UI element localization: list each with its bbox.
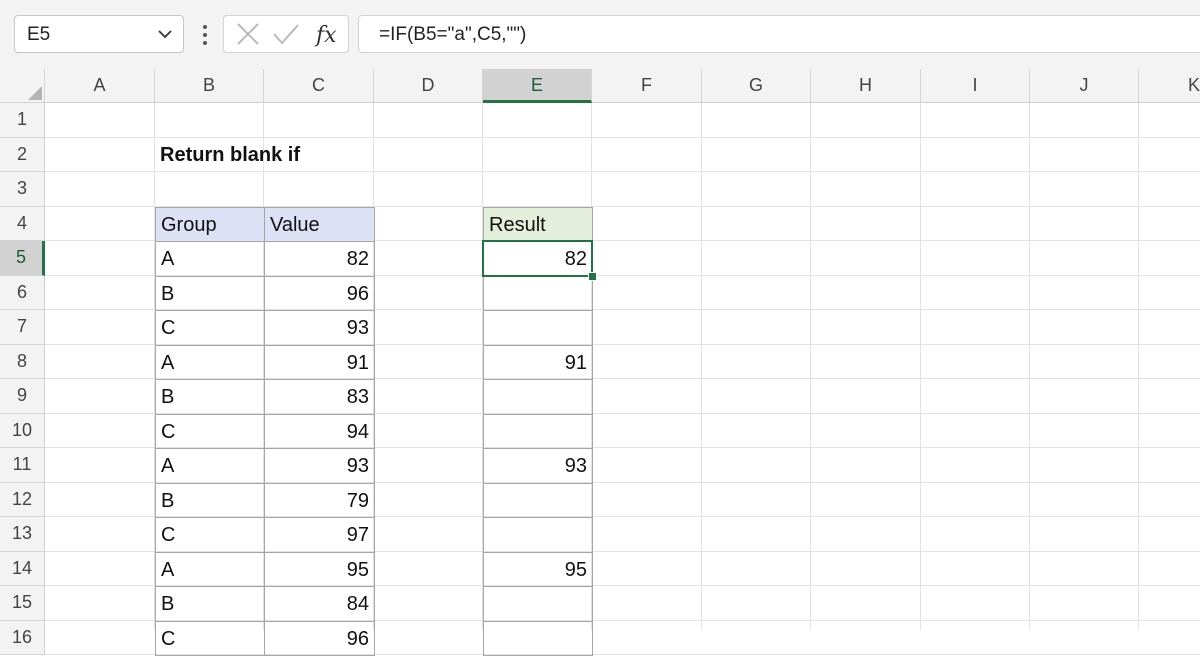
group-cell[interactable]: C bbox=[155, 414, 265, 450]
value-cell[interactable]: 96 bbox=[264, 276, 375, 312]
value-cell[interactable]: 94 bbox=[264, 414, 375, 450]
table-header-group[interactable]: Group bbox=[155, 207, 265, 243]
svg-text:fx: fx bbox=[314, 23, 337, 48]
formula-text: =IF(B5="a",C5,"") bbox=[379, 24, 526, 46]
value-cell[interactable]: 82 bbox=[264, 241, 375, 277]
group-cell[interactable]: B bbox=[155, 483, 265, 519]
group-cell[interactable]: C bbox=[155, 517, 265, 553]
group-cell[interactable]: C bbox=[155, 621, 265, 656]
sheet-title[interactable]: Return blank if bbox=[155, 138, 455, 173]
value-cell[interactable]: 96 bbox=[264, 621, 375, 656]
row-header-9[interactable]: 9 bbox=[0, 379, 45, 414]
column-header-d[interactable]: D bbox=[374, 69, 483, 103]
column-header-f[interactable]: F bbox=[592, 69, 702, 103]
result-cell[interactable] bbox=[483, 621, 593, 656]
result-cell[interactable] bbox=[483, 586, 593, 622]
table-header-value[interactable]: Value bbox=[264, 207, 375, 243]
row-header-10[interactable]: 10 bbox=[0, 414, 45, 449]
column-header-g[interactable]: G bbox=[702, 69, 811, 103]
group-cell[interactable]: A bbox=[155, 345, 265, 381]
value-cell[interactable]: 79 bbox=[264, 483, 375, 519]
row-header-16[interactable]: 16 bbox=[0, 621, 45, 656]
name-box-value: E5 bbox=[27, 24, 50, 46]
value-cell[interactable]: 93 bbox=[264, 448, 375, 484]
result-cell[interactable] bbox=[483, 517, 593, 553]
fill-handle[interactable] bbox=[588, 272, 597, 281]
cancel-icon[interactable] bbox=[232, 16, 264, 52]
group-cell[interactable]: A bbox=[155, 241, 265, 277]
group-cell[interactable]: B bbox=[155, 379, 265, 415]
enter-check-icon[interactable] bbox=[270, 16, 302, 52]
column-header-b[interactable]: B bbox=[155, 69, 264, 103]
row-header-4[interactable]: 4 bbox=[0, 207, 45, 242]
formula-bar: E5 fx =IF(B5="a",C5,"") bbox=[0, 0, 1200, 70]
result-cell[interactable]: 91 bbox=[483, 345, 593, 381]
name-box[interactable]: E5 bbox=[14, 15, 184, 53]
group-cell[interactable]: A bbox=[155, 552, 265, 588]
result-cell[interactable] bbox=[483, 276, 593, 312]
table-header-result[interactable]: Result bbox=[483, 207, 593, 243]
group-cell[interactable]: C bbox=[155, 310, 265, 346]
value-cell[interactable]: 83 bbox=[264, 379, 375, 415]
result-cell[interactable]: 95 bbox=[483, 552, 593, 588]
active-cell-outline[interactable] bbox=[482, 240, 593, 277]
value-cell[interactable]: 84 bbox=[264, 586, 375, 622]
result-cell[interactable] bbox=[483, 379, 593, 415]
value-cell[interactable]: 91 bbox=[264, 345, 375, 381]
group-cell[interactable]: A bbox=[155, 448, 265, 484]
chevron-down-icon[interactable] bbox=[157, 27, 173, 41]
column-header-a[interactable]: A bbox=[45, 69, 155, 103]
row-header-1[interactable]: 1 bbox=[0, 103, 45, 138]
column-header-h[interactable]: H bbox=[811, 69, 921, 103]
select-all-icon bbox=[28, 86, 42, 100]
column-header-i[interactable]: I bbox=[921, 69, 1030, 103]
row-header-14[interactable]: 14 bbox=[0, 552, 45, 587]
column-header-e[interactable]: E bbox=[483, 69, 592, 103]
row-header-6[interactable]: 6 bbox=[0, 276, 45, 311]
result-cell[interactable] bbox=[483, 310, 593, 346]
row-header-15[interactable]: 15 bbox=[0, 586, 45, 621]
value-cell[interactable]: 95 bbox=[264, 552, 375, 588]
formula-buttons: fx bbox=[223, 15, 349, 53]
row-header-3[interactable]: 3 bbox=[0, 172, 45, 207]
result-cell[interactable] bbox=[483, 414, 593, 450]
select-all-corner[interactable] bbox=[0, 69, 45, 103]
row-header-8[interactable]: 8 bbox=[0, 345, 45, 380]
value-cell[interactable]: 97 bbox=[264, 517, 375, 553]
row-header-12[interactable]: 12 bbox=[0, 483, 45, 518]
column-header-j[interactable]: J bbox=[1030, 69, 1139, 103]
column-header-k[interactable]: K bbox=[1139, 69, 1200, 103]
row-header-2[interactable]: 2 bbox=[0, 138, 45, 173]
row-header-7[interactable]: 7 bbox=[0, 310, 45, 345]
formula-input[interactable]: =IF(B5="a",C5,"") bbox=[358, 15, 1200, 53]
value-cell[interactable]: 93 bbox=[264, 310, 375, 346]
more-options-icon[interactable] bbox=[199, 23, 211, 47]
row-header-13[interactable]: 13 bbox=[0, 517, 45, 552]
insert-function-icon[interactable]: fx bbox=[312, 16, 344, 52]
column-header-c[interactable]: C bbox=[264, 69, 374, 103]
result-cell[interactable]: 93 bbox=[483, 448, 593, 484]
row-header-5[interactable]: 5 bbox=[0, 241, 45, 276]
group-cell[interactable]: B bbox=[155, 276, 265, 312]
group-cell[interactable]: B bbox=[155, 586, 265, 622]
row-header-11[interactable]: 11 bbox=[0, 448, 45, 483]
result-cell[interactable] bbox=[483, 483, 593, 519]
